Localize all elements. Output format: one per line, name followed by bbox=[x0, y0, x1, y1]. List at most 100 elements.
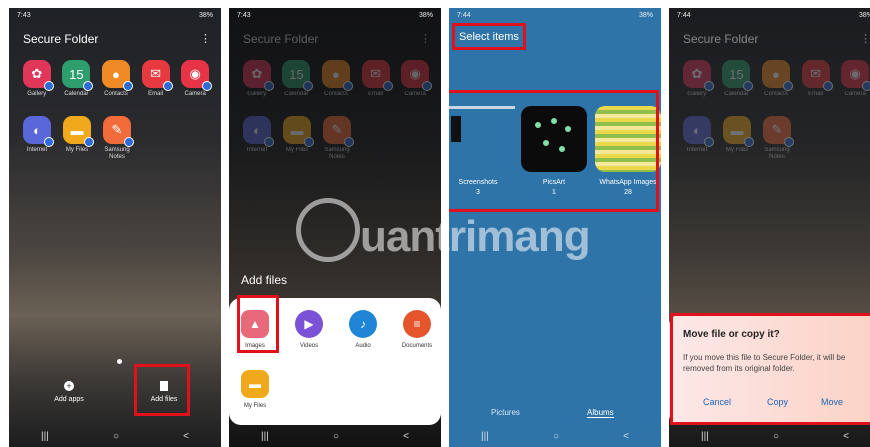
app-camera[interactable]: ◉ Camera bbox=[835, 60, 870, 98]
home-button[interactable]: ○ bbox=[113, 431, 119, 442]
sheet-item-videos[interactable]: ▶ Videos bbox=[287, 310, 331, 349]
sheet-item-my-files[interactable]: ▬ My Files bbox=[233, 370, 277, 409]
app-grid-row-1: ✿ Gallery 15 Calendar ● Contacts ✉ Email ◉ Camera bbox=[677, 60, 870, 98]
samsung-notes-icon: ✎ bbox=[103, 116, 134, 147]
documents-icon: ≡ bbox=[403, 310, 431, 338]
contacts-icon: ● bbox=[321, 60, 353, 91]
recents-button[interactable]: ||| bbox=[701, 431, 709, 442]
recents-button[interactable]: ||| bbox=[481, 431, 489, 442]
app-camera[interactable]: ◉ Camera bbox=[395, 60, 435, 98]
camera-icon: ◉ bbox=[181, 60, 213, 91]
app-grid-row-2: ◐ Internet ▬ My Files ✎ Samsung Notes bbox=[677, 116, 870, 161]
status-bar: 7:44 38% bbox=[677, 12, 870, 24]
app-samsung-notes[interactable]: ✎ Samsung Notes bbox=[757, 116, 797, 161]
app-grid-row-2: ◐ Internet ▬ My Files ✎ Samsung Notes bbox=[17, 116, 215, 161]
app-email[interactable]: ✉ Email bbox=[796, 60, 836, 98]
home-button[interactable]: ○ bbox=[773, 431, 779, 442]
app-label: Camera bbox=[184, 91, 206, 97]
app-calendar[interactable]: 15 Calendar bbox=[717, 60, 757, 98]
app-my-files[interactable]: ▬ My Files bbox=[57, 116, 97, 161]
secure-badge-icon bbox=[703, 81, 714, 91]
app-email[interactable]: ✉ Email bbox=[356, 60, 396, 98]
contacts-icon: ● bbox=[761, 60, 793, 91]
internet-icon: ◐ bbox=[23, 116, 54, 147]
app-contacts[interactable]: ● Contacts bbox=[756, 60, 796, 98]
back-button[interactable]: < bbox=[183, 431, 189, 442]
app-label: Gallery bbox=[247, 91, 267, 97]
recents-button[interactable]: ||| bbox=[41, 431, 49, 442]
secure-badge-icon bbox=[304, 137, 314, 147]
app-label: Gallery bbox=[27, 91, 47, 97]
app-my-files[interactable]: ▬ My Files bbox=[277, 116, 317, 161]
battery-text: 38% bbox=[858, 12, 870, 19]
app-gallery[interactable]: ✿ Gallery bbox=[677, 60, 717, 98]
my-files-icon: ▬ bbox=[241, 370, 269, 398]
phone-screen-1: 7:43 38% Secure Folder ⋮ ✿ Gallery 15 Calend… bbox=[9, 8, 221, 447]
highlight-box bbox=[670, 313, 870, 425]
sheet-item-audio[interactable]: ♪ Audio bbox=[341, 310, 385, 349]
secure-badge-icon bbox=[83, 81, 94, 91]
app-label: Contacts bbox=[104, 91, 128, 97]
sheet-item-label: My Files bbox=[243, 403, 267, 409]
secure-badge-icon bbox=[382, 81, 393, 91]
recents-button[interactable]: ||| bbox=[261, 431, 269, 442]
app-calendar[interactable]: 15 Calendar bbox=[277, 60, 317, 98]
secure-badge-icon bbox=[782, 81, 793, 91]
back-button[interactable]: < bbox=[843, 431, 849, 442]
calendar-icon: 15 bbox=[282, 60, 314, 91]
more-options-icon: ⋮ bbox=[860, 33, 870, 45]
app-label: Samsung Notes bbox=[104, 147, 130, 160]
more-options-icon[interactable]: ⋮ bbox=[200, 32, 211, 45]
app-internet[interactable]: ◐ Internet bbox=[237, 116, 277, 161]
watermark-text: uantrimang bbox=[360, 212, 591, 261]
app-internet[interactable]: ◐ Internet bbox=[17, 116, 57, 161]
internet-icon: ◐ bbox=[683, 116, 714, 147]
app-label: Email bbox=[368, 91, 384, 97]
app-samsung-notes[interactable]: ✎ Samsung Notes bbox=[97, 116, 137, 161]
samsung-notes-icon: ✎ bbox=[763, 116, 794, 147]
app-label: Contacts bbox=[764, 91, 788, 97]
secure-badge-icon bbox=[822, 81, 833, 91]
app-contacts[interactable]: ● Contacts bbox=[316, 60, 356, 98]
app-gallery[interactable]: ✿ Gallery bbox=[237, 60, 277, 98]
app-calendar[interactable]: 15 Calendar bbox=[57, 60, 97, 98]
app-label: Internet bbox=[246, 147, 268, 153]
app-samsung-notes[interactable]: ✎ Samsung Notes bbox=[317, 116, 357, 161]
calendar-icon: 15 bbox=[62, 60, 94, 91]
battery-text: 38% bbox=[418, 12, 433, 19]
tab-albums[interactable]: Albums bbox=[587, 408, 614, 418]
camera-icon: ◉ bbox=[841, 60, 870, 91]
status-time: 7:44 bbox=[677, 12, 691, 19]
highlight-box bbox=[237, 295, 279, 353]
watermark-logo bbox=[296, 198, 360, 262]
secure-badge-icon bbox=[743, 81, 754, 91]
sheet-item-documents[interactable]: ≡ Documents bbox=[395, 310, 439, 349]
status-time: 7:43 bbox=[237, 12, 251, 19]
app-label: Calendar bbox=[284, 91, 309, 97]
secure-badge-icon bbox=[44, 137, 54, 147]
tab-pictures[interactable]: Pictures bbox=[491, 408, 520, 417]
app-email[interactable]: ✉ Email bbox=[136, 60, 176, 98]
battery-text: 38% bbox=[198, 12, 213, 19]
navigation-bar: ||| ○ < bbox=[449, 425, 661, 447]
back-button[interactable]: < bbox=[403, 431, 409, 442]
status-bar: 7:43 38% bbox=[237, 12, 433, 24]
home-button[interactable]: ○ bbox=[333, 431, 339, 442]
sheet-item-label: Audio bbox=[355, 343, 371, 349]
add-files-heading: Add files bbox=[241, 273, 288, 287]
app-gallery[interactable]: ✿ Gallery bbox=[17, 60, 57, 98]
app-my-files[interactable]: ▬ My Files bbox=[717, 116, 757, 161]
app-grid-row-1: ✿ Gallery 15 Calendar ● Contacts ✉ Email ◉ Camera bbox=[237, 60, 435, 98]
app-label: Samsung Notes bbox=[764, 147, 790, 160]
app-label: Email bbox=[808, 91, 824, 97]
app-label: Contacts bbox=[324, 91, 348, 97]
app-internet[interactable]: ◐ Internet bbox=[677, 116, 717, 161]
add-apps-label: Add apps bbox=[54, 396, 84, 403]
home-button[interactable]: ○ bbox=[553, 431, 559, 442]
app-camera[interactable]: ◉ Camera bbox=[175, 60, 215, 98]
highlight-box bbox=[134, 364, 190, 416]
app-contacts[interactable]: ● Contacts bbox=[96, 60, 136, 98]
back-button[interactable]: < bbox=[623, 431, 629, 442]
add-apps-button[interactable]: + Add apps bbox=[49, 381, 89, 403]
contacts-icon: ● bbox=[101, 60, 133, 91]
